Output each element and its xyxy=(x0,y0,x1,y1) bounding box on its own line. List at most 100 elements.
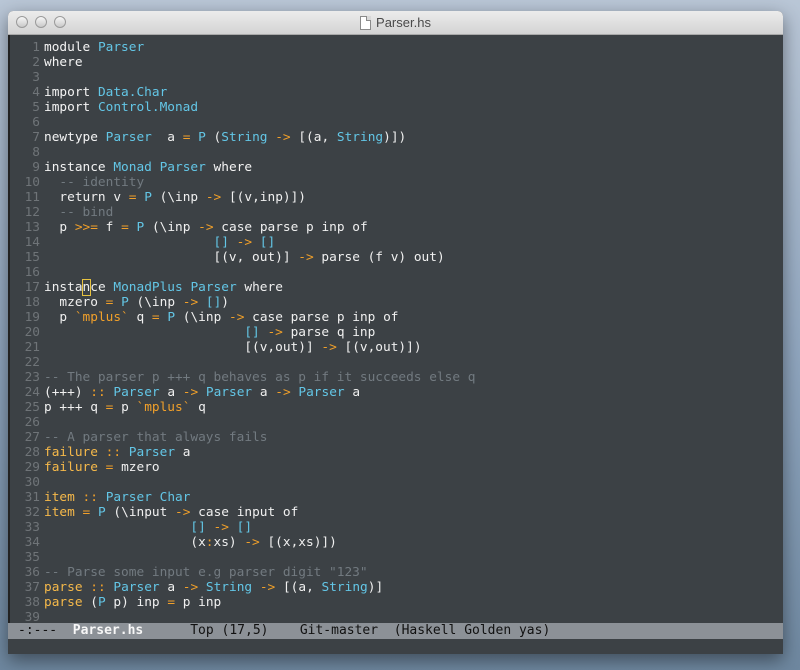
code-token: [(a, xyxy=(275,580,322,595)
code-line[interactable]: 18 mzero = P (\inp -> []) xyxy=(10,295,783,310)
code-token: (\inp xyxy=(151,190,206,205)
code-text: instance MonadPlus Parser where xyxy=(44,279,283,296)
line-number: 38 xyxy=(24,595,40,610)
mode-line: -:--- Parser.hs Top (17,5) Git-master (H… xyxy=(8,623,783,639)
code-line[interactable]: 12 -- bind xyxy=(10,205,783,220)
code-line[interactable]: 31 item :: Parser Char xyxy=(10,490,783,505)
code-line[interactable]: 8 xyxy=(10,145,783,160)
code-line[interactable]: 5 import Control.Monad xyxy=(10,100,783,115)
line-number: 31 xyxy=(24,490,40,505)
code-token: q xyxy=(128,310,152,325)
code-token: -> xyxy=(275,130,291,145)
code-token: Parser xyxy=(113,385,160,400)
code-line[interactable]: 15 [(v, out)] -> parse (f v) out) xyxy=(10,250,783,265)
code-line[interactable]: 10 -- identity xyxy=(10,175,783,190)
code-line[interactable]: 33 [] -> [] xyxy=(10,520,783,535)
code-text: -- Parse some input e.g parser digit "12… xyxy=(44,565,368,580)
code-line[interactable]: 34 (x:xs) -> [(x,xs)]) xyxy=(10,535,783,550)
line-number: 21 xyxy=(24,340,40,355)
code-token: -- The parser p +++ q behaves as p if it… xyxy=(44,370,476,385)
code-token: (\inp xyxy=(128,295,183,310)
code-line[interactable]: 2 where xyxy=(10,55,783,70)
code-token: q xyxy=(190,400,206,415)
code-line[interactable]: 35 xyxy=(10,550,783,565)
code-line[interactable]: 11 return v = P (\inp -> [(v,inp)]) xyxy=(10,190,783,205)
code-token: [] xyxy=(236,520,253,535)
code-line[interactable]: 26 xyxy=(10,415,783,430)
code-line[interactable]: 36 -- Parse some input e.g parser digit "… xyxy=(10,565,783,580)
code-line[interactable]: 25 p +++ q = p `mplus` q xyxy=(10,400,783,415)
code-line[interactable]: 4 import Data.Char xyxy=(10,85,783,100)
code-line[interactable]: 1 module Parser xyxy=(10,40,783,55)
code-token: -> xyxy=(244,535,260,550)
code-token: [(v, out)] xyxy=(44,250,299,265)
code-token: Parser xyxy=(105,130,152,145)
code-token: -> xyxy=(205,190,222,205)
code-line[interactable]: 37 parse :: Parser a -> String -> [(a, St… xyxy=(10,580,783,595)
code-line[interactable]: 7 newtype Parser a = P (String -> [(a, St… xyxy=(10,130,783,145)
code-text: parse :: Parser a -> String -> [(a, Stri… xyxy=(44,580,383,595)
line-number: 35 xyxy=(24,550,40,565)
code-editor[interactable]: 1 module Parser 2 where 3 4 import Data.Char 5 i… xyxy=(8,35,783,625)
line-number: 30 xyxy=(24,475,40,490)
code-token: failure xyxy=(44,445,98,460)
line-number: 7 xyxy=(32,130,40,145)
code-line[interactable]: 23 -- The parser p +++ q behaves as p if … xyxy=(10,370,783,385)
code-token: MonadPlus xyxy=(113,280,183,295)
code-line[interactable]: 29 failure = mzero xyxy=(10,460,783,475)
code-token: = xyxy=(167,595,176,610)
code-token: item xyxy=(44,505,75,520)
code-token: `mplus` xyxy=(74,310,129,325)
code-text: failure = mzero xyxy=(44,460,160,475)
code-text: [(v,out)] -> [(v,out)]) xyxy=(44,340,421,355)
code-line[interactable]: 6 xyxy=(10,115,783,130)
line-number: 20 xyxy=(24,325,40,340)
code-text: p `mplus` q = P (\inp -> case parse p in… xyxy=(44,310,398,325)
line-number: 33 xyxy=(24,520,40,535)
code-token: -- A parser that always fails xyxy=(44,430,268,445)
code-line[interactable]: 27 -- A parser that always fails xyxy=(10,430,783,445)
code-line[interactable]: 28 failure :: Parser a xyxy=(10,445,783,460)
code-line[interactable]: 32 item = P (\input -> case input of xyxy=(10,505,783,520)
code-line[interactable]: 16 xyxy=(10,265,783,280)
code-text: -- identity xyxy=(44,175,144,190)
code-token: parse q inp xyxy=(282,325,376,340)
code-token: String xyxy=(205,580,253,595)
code-token: Parser xyxy=(298,385,345,400)
code-token: (x xyxy=(44,535,206,550)
code-token: -> xyxy=(259,580,276,595)
code-token: = xyxy=(151,310,160,325)
line-number: 4 xyxy=(32,85,40,100)
code-line[interactable]: 9 instance Monad Parser where xyxy=(10,160,783,175)
code-line[interactable]: 22 xyxy=(10,355,783,370)
line-number: 6 xyxy=(32,115,40,130)
code-line[interactable]: 20 [] -> parse q inp xyxy=(10,325,783,340)
code-line[interactable]: 38 parse (P p) inp = p inp xyxy=(10,595,783,610)
code-line[interactable]: 19 p `mplus` q = P (\inp -> case parse p… xyxy=(10,310,783,325)
code-text: mzero = P (\inp -> []) xyxy=(44,295,229,310)
code-token: P xyxy=(144,190,152,205)
code-line[interactable]: 17 instance MonadPlus Parser where xyxy=(10,279,783,296)
code-line[interactable]: 24 (+++) :: Parser a -> Parser a -> Parse… xyxy=(10,385,783,400)
code-text: failure :: Parser a xyxy=(44,445,190,460)
code-line[interactable]: 30 xyxy=(10,475,783,490)
code-token: P xyxy=(167,310,176,325)
document-icon xyxy=(360,16,372,30)
title-bar[interactable]: Parser.hs xyxy=(8,11,783,35)
code-token: a xyxy=(252,385,276,400)
code-token: instance xyxy=(44,160,114,175)
line-number: 24 xyxy=(24,385,40,400)
code-line[interactable]: 21 [(v,out)] -> [(v,out)]) xyxy=(10,340,783,355)
code-line[interactable]: 3 xyxy=(10,70,783,85)
code-text: instance Monad Parser where xyxy=(44,160,252,175)
code-line[interactable]: 14 [] -> [] xyxy=(10,235,783,250)
minibuffer[interactable] xyxy=(8,639,783,654)
line-number: 18 xyxy=(24,295,40,310)
code-token: :: xyxy=(82,490,98,505)
code-token: = xyxy=(121,220,129,235)
code-line[interactable]: 13 p >>= f = P (\inp -> case parse p inp… xyxy=(10,220,783,235)
